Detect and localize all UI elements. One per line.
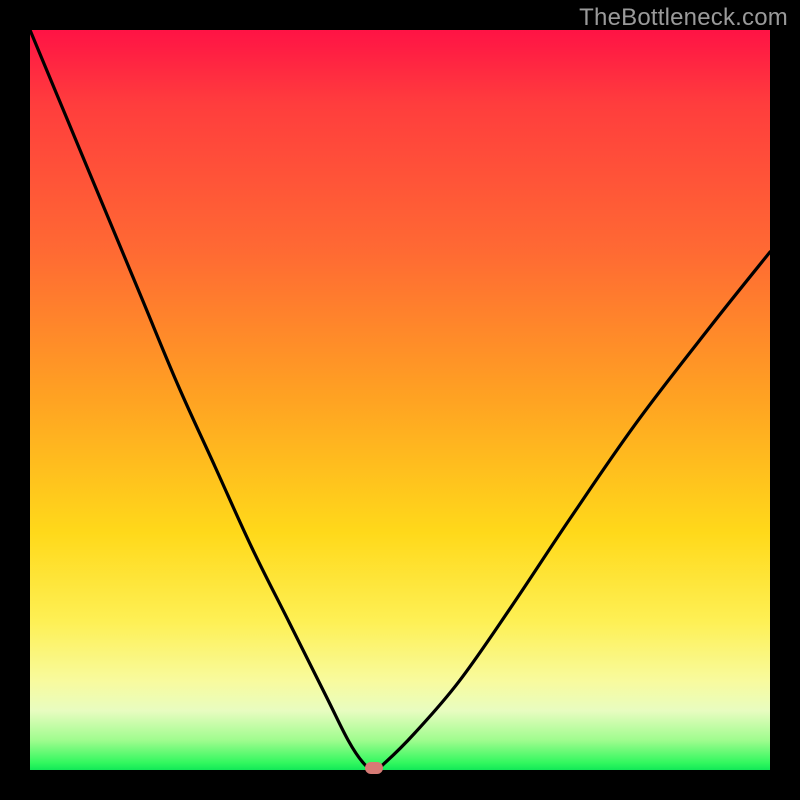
bottleneck-curve (30, 30, 770, 770)
watermark-text: TheBottleneck.com (579, 4, 788, 32)
chart-frame: TheBottleneck.com (0, 0, 800, 800)
plot-area (30, 30, 770, 770)
optimal-point-marker (365, 762, 383, 774)
